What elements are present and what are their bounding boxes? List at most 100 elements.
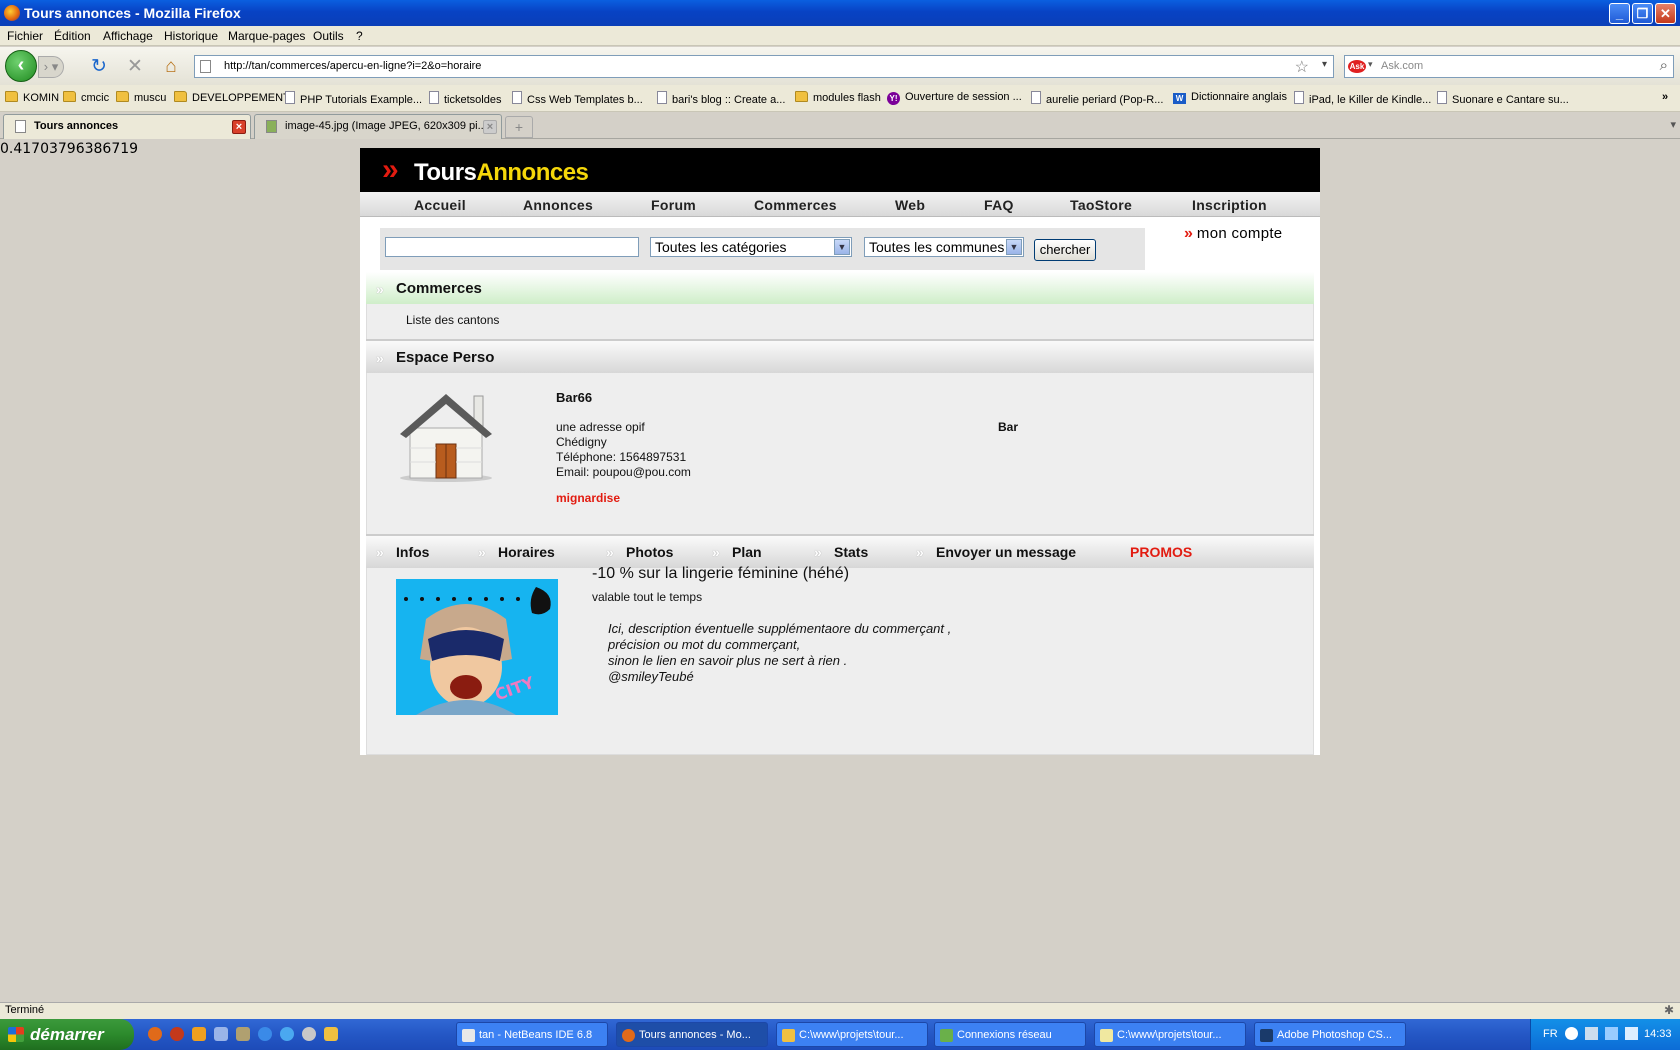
bookmark-item[interactable]: aurelie periard (Pop-R... — [1031, 91, 1163, 106]
bookmark-item[interactable]: W Dictionnaire anglais — [1173, 91, 1287, 104]
search-engine-dropdown-icon[interactable]: ▾ — [1368, 59, 1373, 70]
bookmark-item[interactable]: iPad, le Killer de Kindle... — [1294, 91, 1431, 106]
menu-affichage[interactable]: Affichage — [103, 29, 153, 43]
folder-icon — [795, 91, 808, 102]
search-icon[interactable]: ⌕ — [1660, 57, 1668, 74]
mon-compte-link[interactable]: » mon compte — [1184, 225, 1282, 243]
task-photoshop[interactable]: Adobe Photoshop CS... — [1254, 1022, 1406, 1047]
user-quicklaunch-icon[interactable] — [192, 1027, 206, 1041]
category-select[interactable]: Toutes les catégories ▼ — [650, 237, 852, 257]
chevron-icon: » — [916, 544, 924, 560]
shop-tag[interactable]: mignardise — [556, 491, 620, 505]
bookmark-item[interactable]: KOMIN — [5, 91, 59, 104]
bookmark-item[interactable]: cmcic — [63, 91, 109, 104]
nav-web[interactable]: Web — [895, 197, 925, 213]
new-tab-button[interactable]: + — [505, 116, 533, 138]
bookmarks-overflow-icon[interactable]: » — [1662, 91, 1668, 103]
language-indicator[interactable]: FR — [1543, 1028, 1558, 1040]
chevron-icon: » — [606, 544, 614, 560]
folder-quicklaunch-icon[interactable] — [324, 1027, 338, 1041]
nav-annonces[interactable]: Annonces — [523, 197, 593, 213]
media-quicklaunch-icon[interactable] — [302, 1027, 316, 1041]
bookmark-item[interactable]: ticketsoldes — [429, 91, 501, 106]
tab-plan[interactable]: Plan — [732, 544, 762, 560]
shop-city: Chédigny — [556, 435, 607, 449]
nav-commerces[interactable]: Commerces — [754, 197, 837, 213]
tab-stats[interactable]: Stats — [834, 544, 868, 560]
url-text: http://tan/commerces/apercu-en-ligne?i=2… — [224, 60, 482, 72]
url-dropdown-icon[interactable]: ▾ — [1322, 59, 1327, 70]
task-explorer-1[interactable]: C:\www\projets\tour... — [776, 1022, 928, 1047]
tab-list-icon[interactable]: ▾ — [1670, 118, 1676, 131]
cantons-link[interactable]: Liste des cantons — [406, 313, 499, 327]
stop-icon[interactable]: ✕ — [124, 56, 146, 78]
nav-inscription[interactable]: Inscription — [1192, 197, 1267, 213]
search-engine-icon[interactable]: Ask — [1348, 60, 1366, 73]
window-titlebar: Tours annonces - Mozilla Firefox _ ❐ ✕ — [0, 0, 1680, 26]
task-firefox[interactable]: Tours annonces - Mo... — [616, 1022, 768, 1047]
bookmark-item[interactable]: bari's blog :: Create a... — [657, 91, 785, 106]
shield-tray-icon[interactable] — [1625, 1027, 1638, 1040]
bookmark-item[interactable]: DEVELOPPEMENT — [174, 91, 290, 104]
menu-historique[interactable]: Historique — [164, 29, 218, 43]
menu-fichier[interactable]: Fichier — [7, 29, 43, 43]
tool-quicklaunch-icon[interactable] — [236, 1027, 250, 1041]
tab-tours-annonces[interactable]: Tours annonces × — [3, 114, 251, 139]
close-button[interactable]: ✕ — [1655, 3, 1676, 24]
promo-image: CITY — [396, 579, 558, 715]
house-icon — [400, 394, 492, 482]
menu-outils[interactable]: Outils — [313, 29, 344, 43]
nav-taostore[interactable]: TaoStore — [1070, 197, 1132, 213]
bookmark-item[interactable]: Suonare e Cantare su... — [1437, 91, 1569, 106]
forward-button[interactable]: › ▾ — [38, 56, 64, 78]
shop-address: une adresse opif — [556, 420, 645, 434]
search-button[interactable]: chercher — [1034, 239, 1096, 261]
tray-expand-icon[interactable] — [1565, 1027, 1578, 1040]
search-box[interactable]: Ask ▾ Ask.com ⌕ — [1344, 55, 1674, 78]
tab-infos[interactable]: Infos — [396, 544, 429, 560]
bookmark-star-icon[interactable]: ☆ — [1295, 57, 1309, 77]
tab-image-45[interactable]: image-45.jpg (Image JPEG, 620x309 pi... … — [254, 114, 502, 139]
network-tray-icon[interactable] — [1585, 1027, 1598, 1040]
start-button[interactable]: démarrer — [0, 1019, 134, 1050]
menu-help[interactable]: ? — [356, 29, 363, 43]
tab-close-icon[interactable]: × — [232, 120, 246, 134]
netbeans-icon — [462, 1029, 475, 1042]
tab-photos[interactable]: Photos — [626, 544, 673, 560]
minimize-button[interactable]: _ — [1609, 3, 1630, 24]
firefox-quicklaunch-icon[interactable] — [148, 1027, 162, 1041]
nav-faq[interactable]: FAQ — [984, 197, 1014, 213]
home-icon[interactable]: ⌂ — [160, 56, 182, 78]
commune-select[interactable]: Toutes les communes ▼ — [864, 237, 1024, 257]
shop-email[interactable]: Email: poupou@pou.com — [556, 465, 691, 479]
url-bar[interactable]: http://tan/commerces/apercu-en-ligne?i=2… — [194, 55, 1334, 78]
bookmark-item[interactable]: muscu — [116, 91, 166, 104]
bookmark-item[interactable]: Y! Ouverture de session ... — [887, 91, 1022, 105]
maximize-button[interactable]: ❐ — [1632, 3, 1653, 24]
display-tray-icon[interactable] — [1605, 1027, 1618, 1040]
task-explorer-2[interactable]: C:\www\projets\tour... — [1094, 1022, 1246, 1047]
bookmark-item[interactable]: modules flash — [795, 91, 881, 104]
task-network[interactable]: Connexions réseau — [934, 1022, 1086, 1047]
nav-forum[interactable]: Forum — [651, 197, 696, 213]
bookmark-item[interactable]: Css Web Templates b... — [512, 91, 643, 106]
extension-icon[interactable]: ✱ — [1664, 1003, 1674, 1017]
tab-close-icon[interactable]: × — [483, 120, 497, 134]
ie-quicklaunch-icon[interactable] — [258, 1027, 272, 1041]
tab-horaires[interactable]: Horaires — [498, 544, 555, 560]
site-logo[interactable]: ToursAnnonces — [414, 159, 589, 187]
tab-promos[interactable]: PROMOS — [1130, 544, 1192, 560]
tab-envoyer-message[interactable]: Envoyer un message — [936, 544, 1076, 560]
app-quicklaunch-icon[interactable] — [214, 1027, 228, 1041]
bookmark-item[interactable]: PHP Tutorials Example... — [285, 91, 422, 106]
ie-alt-quicklaunch-icon[interactable] — [280, 1027, 294, 1041]
promo-validity: valable tout le temps — [592, 590, 703, 604]
reload-icon[interactable]: ↻ — [88, 56, 110, 78]
menu-marque-pages[interactable]: Marque-pages — [228, 29, 305, 43]
site-search-input[interactable] — [385, 237, 639, 257]
nav-accueil[interactable]: Accueil — [414, 197, 466, 213]
task-netbeans[interactable]: tan - NetBeans IDE 6.8 — [456, 1022, 608, 1047]
firefox-alt-quicklaunch-icon[interactable] — [170, 1027, 184, 1041]
menu-edition[interactable]: Édition — [54, 29, 91, 43]
back-button[interactable]: ‹ — [5, 50, 37, 82]
